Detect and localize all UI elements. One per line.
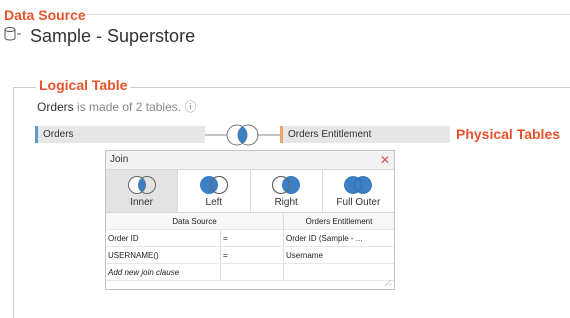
add-join-clause-row[interactable]: Add new join clause: [106, 263, 394, 281]
join-type-inner[interactable]: Inner: [106, 170, 179, 212]
join-type-full-outer[interactable]: Full Outer: [323, 170, 394, 212]
database-icon: [4, 26, 22, 47]
empty-cell: [220, 263, 284, 281]
join-dialog-title: Join: [110, 154, 129, 165]
physical-tables-callout: Physical Tables: [456, 126, 561, 142]
logical-table-callout: Logical Table: [36, 77, 131, 93]
logical-table-name: Orders: [37, 100, 74, 114]
join-clause-right-field[interactable]: Order ID (Sample - ...: [283, 229, 394, 247]
inner-join-icon: [226, 124, 259, 146]
join-type-left[interactable]: Left: [178, 170, 251, 212]
column-header-data-source: Data Source: [106, 213, 284, 230]
join-clause-left-field[interactable]: Order ID: [106, 229, 221, 247]
join-type-selector: Inner Left Right Full Outer: [106, 170, 394, 213]
join-dialog-header: Join ✕: [106, 151, 394, 170]
full-outer-join-icon: [344, 175, 373, 194]
join-clause-left-field[interactable]: USERNAME(): [106, 246, 221, 264]
info-icon[interactable]: ⓘ: [184, 100, 196, 114]
join-clause-operator[interactable]: =: [220, 246, 284, 264]
join-clause-right-field[interactable]: Username: [283, 246, 394, 264]
join-clause-row[interactable]: USERNAME() = Username: [106, 246, 394, 264]
logical-table-desc-text: is made of 2 tables.: [77, 100, 182, 114]
join-clause-row[interactable]: Order ID = Order ID (Sample - ...: [106, 229, 394, 247]
logical-table-description: Orders is made of 2 tables. ⓘ: [37, 98, 196, 115]
physical-table-orders-entitlement[interactable]: Orders Entitlement: [280, 126, 450, 143]
add-join-clause[interactable]: Add new join clause: [106, 263, 221, 281]
column-header-orders-entitlement: Orders Entitlement: [283, 213, 394, 230]
data-source-callout: Data Source: [4, 7, 86, 23]
join-clause-table: Data Source Orders Entitlement Order ID …: [106, 213, 394, 281]
physical-table-orders[interactable]: Orders: [35, 126, 205, 143]
inner-join-icon: [127, 175, 156, 194]
join-clause-header-row: Data Source Orders Entitlement: [106, 213, 394, 230]
data-source-name[interactable]: Sample - Superstore: [30, 26, 195, 47]
left-join-icon: [199, 175, 228, 194]
join-type-label: Inner: [130, 196, 154, 208]
join-clause-operator[interactable]: =: [220, 229, 284, 247]
join-dialog: Join ✕ Inner Left Right Full Outer Data …: [105, 150, 395, 290]
data-source-divider: [85, 14, 570, 15]
join-type-label: Full Outer: [336, 196, 381, 208]
join-type-right[interactable]: Right: [251, 170, 323, 212]
join-type-label: Left: [205, 196, 223, 208]
close-icon[interactable]: ✕: [380, 151, 390, 169]
resize-grip-icon[interactable]: [384, 279, 391, 286]
right-join-icon: [272, 175, 301, 194]
empty-cell: [283, 263, 394, 281]
join-type-label: Right: [274, 196, 298, 208]
data-source-row[interactable]: Sample - Superstore: [4, 26, 195, 47]
